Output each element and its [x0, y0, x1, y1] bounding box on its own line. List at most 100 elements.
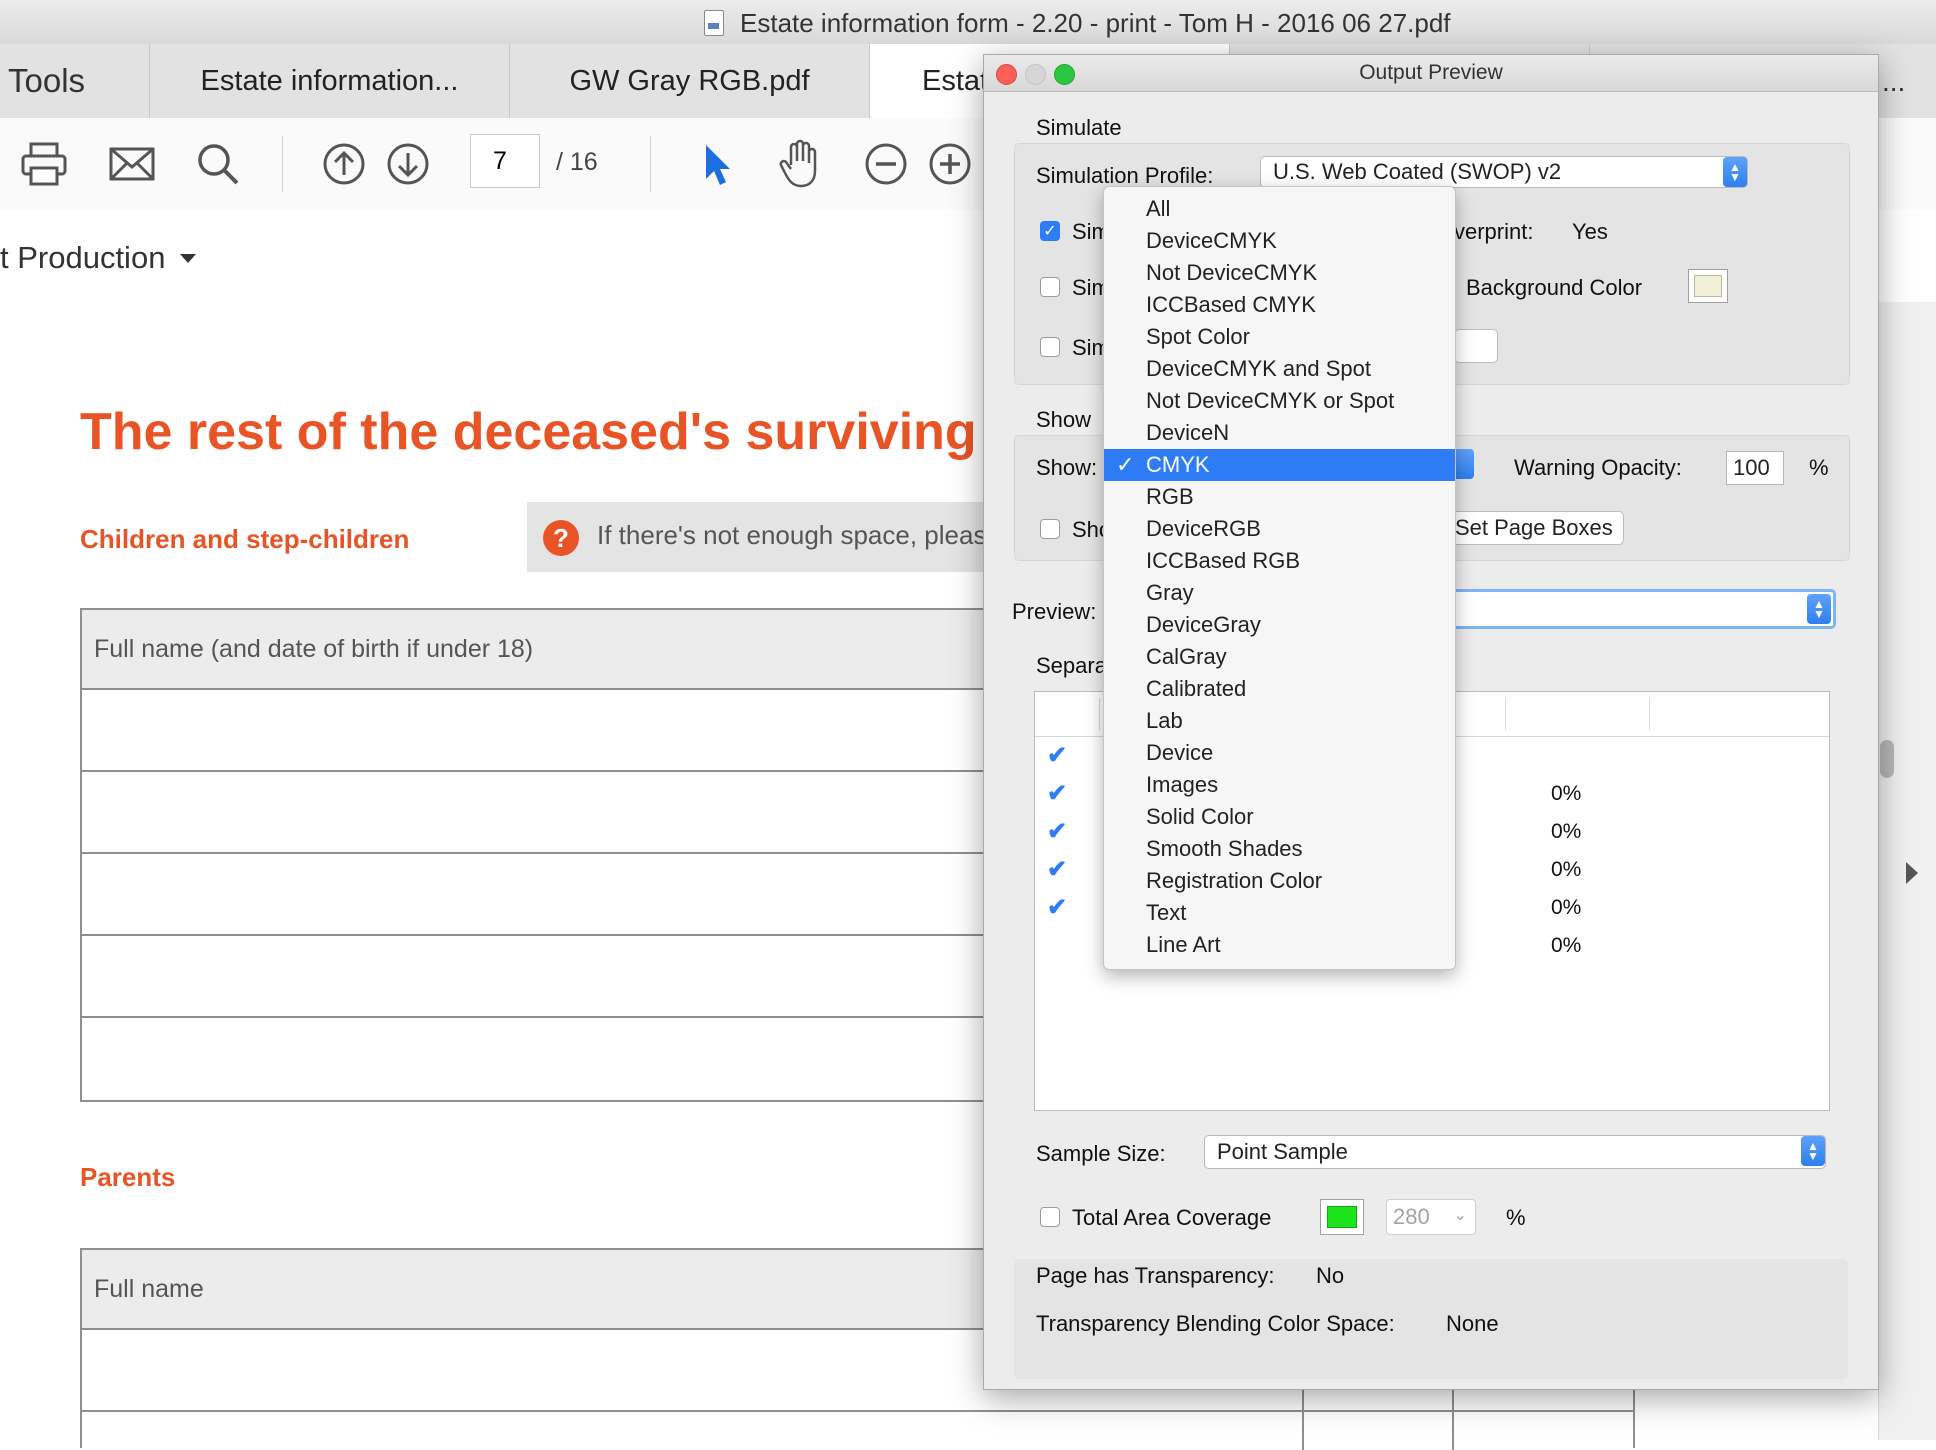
menu-item[interactable]: Calibrated — [1104, 673, 1455, 705]
menu-item-label: DeviceCMYK and Spot — [1146, 356, 1371, 381]
menu-item-label: CMYK — [1146, 452, 1210, 477]
page-number-input[interactable] — [470, 134, 540, 188]
zoom-out-icon[interactable] — [858, 136, 914, 192]
scrollbar-thumb[interactable] — [1880, 740, 1894, 778]
menu-item-label: Spot Color — [1146, 324, 1250, 349]
zoom-in-icon[interactable] — [922, 136, 978, 192]
pdf-file-icon — [704, 10, 724, 36]
stepper-arrows-icon: ▲ ▼ — [1801, 1136, 1825, 1166]
menu-item[interactable]: Registration Color — [1104, 865, 1455, 897]
menu-item[interactable]: Not DeviceCMYK — [1104, 257, 1455, 289]
sim-checkbox-2[interactable] — [1040, 277, 1060, 297]
column-divider — [1099, 698, 1100, 730]
separations-label: Separa — [1036, 653, 1107, 678]
menu-item[interactable]: RGB — [1104, 481, 1455, 513]
checkmark-icon[interactable]: ✔ — [1047, 744, 1071, 768]
menu-item-label: DeviceCMYK — [1146, 228, 1277, 253]
total-area-percent: % — [1506, 1205, 1526, 1230]
menu-item-label: Solid Color — [1146, 804, 1254, 829]
sample-size-label: Sample Size: — [1036, 1141, 1166, 1166]
window-title-bar: Estate information form - 2.20 - print -… — [0, 0, 1936, 45]
tab-estate-information[interactable]: Estate information... — [150, 44, 510, 118]
total-area-color-well[interactable] — [1320, 1199, 1364, 1235]
window-title: Estate information form - 2.20 - print -… — [740, 8, 1451, 38]
sim-option-button[interactable] — [1454, 329, 1498, 363]
menu-item[interactable]: Line Art — [1104, 929, 1455, 961]
previous-page-icon[interactable] — [316, 136, 372, 192]
select-cursor-icon[interactable] — [688, 136, 744, 192]
print-icon[interactable] — [16, 136, 72, 192]
checkmark-icon[interactable]: ✔ — [1047, 858, 1071, 882]
menu-item[interactable]: Spot Color — [1104, 321, 1455, 353]
menu-item[interactable]: DeviceCMYK — [1104, 225, 1455, 257]
menu-item-label: DeviceN — [1146, 420, 1230, 445]
menu-item[interactable]: Not DeviceCMYK or Spot — [1104, 385, 1455, 417]
separation-percent: 0% — [1551, 782, 1582, 805]
menu-item-label: ICCBased CMYK — [1146, 292, 1316, 317]
menu-item[interactable]: All — [1104, 193, 1455, 225]
column-divider — [1505, 698, 1506, 730]
menu-item[interactable]: DeviceRGB — [1104, 513, 1455, 545]
chevron-down-icon[interactable] — [180, 254, 196, 263]
simulation-profile-value: U.S. Web Coated (SWOP) v2 — [1273, 159, 1562, 184]
menu-item[interactable]: Smooth Shades — [1104, 833, 1455, 865]
overprint-value: Yes — [1572, 219, 1608, 244]
sim-checkbox-3[interactable] — [1040, 337, 1060, 357]
menu-item[interactable]: Lab — [1104, 705, 1455, 737]
menu-item-label: RGB — [1146, 484, 1194, 509]
menu-item-label: DeviceRGB — [1146, 516, 1261, 541]
tab-tools[interactable]: Tools — [0, 44, 150, 118]
menu-item[interactable]: ICCBased CMYK — [1104, 289, 1455, 321]
next-page-icon[interactable] — [380, 136, 436, 192]
menu-item[interactable]: Device — [1104, 737, 1455, 769]
simulation-profile-select[interactable]: U.S. Web Coated (SWOP) v2 ▲ ▼ — [1260, 156, 1748, 188]
stepper-arrows-icon: ▲ ▼ — [1723, 157, 1747, 187]
menu-item-label: Line Art — [1146, 932, 1221, 957]
preview-select[interactable]: ▲ ▼ — [1396, 589, 1836, 629]
show-checkbox[interactable] — [1040, 519, 1060, 539]
email-icon[interactable] — [104, 136, 160, 192]
total-area-value: 280 — [1393, 1204, 1430, 1229]
background-color-label: Background Color — [1466, 275, 1643, 300]
menu-item[interactable]: ✓ CMYK — [1104, 449, 1455, 481]
menu-item[interactable]: Solid Color — [1104, 801, 1455, 833]
show-header: Show — [1036, 407, 1092, 432]
menu-item[interactable]: Gray — [1104, 577, 1455, 609]
show-label: Show: — [1036, 455, 1098, 480]
section-parents-heading: Parents — [80, 1162, 176, 1192]
menu-item-label: Registration Color — [1146, 868, 1323, 893]
menu-item[interactable]: DeviceN — [1104, 417, 1455, 449]
checkmark-icon[interactable]: ✔ — [1047, 782, 1071, 806]
checkmark-icon[interactable]: ✔ — [1047, 820, 1071, 844]
total-area-value-combo[interactable]: 280 ⌄ — [1386, 1199, 1476, 1235]
sim-checkbox-1[interactable]: ✓ — [1040, 221, 1060, 241]
menu-item-label: Smooth Shades — [1146, 836, 1303, 861]
checkmark-icon: ✓ — [1116, 452, 1135, 477]
total-area-coverage-label: Total Area Coverage — [1072, 1205, 1272, 1230]
set-page-boxes-button[interactable]: Set Page Boxes — [1444, 511, 1624, 545]
checkmark-icon[interactable]: ✔ — [1047, 896, 1071, 920]
hand-tool-icon[interactable] — [772, 136, 828, 192]
tab-overflow[interactable]: ... — [1882, 66, 1905, 98]
tab-gw-gray-rgb[interactable]: GW Gray RGB.pdf — [510, 44, 870, 118]
menu-item-label: Lab — [1146, 708, 1183, 733]
page-total: / 16 — [556, 148, 598, 176]
sample-size-select[interactable]: Point Sample ▲ ▼ — [1204, 1135, 1826, 1169]
menu-item[interactable]: CalGray — [1104, 641, 1455, 673]
menu-item[interactable]: ICCBased RGB — [1104, 545, 1455, 577]
menu-item-label: Calibrated — [1146, 676, 1247, 701]
panel-expand-arrow-icon[interactable] — [1906, 862, 1918, 884]
separation-percent: 0% — [1551, 820, 1582, 843]
menu-item[interactable]: DeviceCMYK and Spot — [1104, 353, 1455, 385]
total-area-coverage-checkbox[interactable] — [1040, 1207, 1060, 1227]
blending-color-space-label: Transparency Blending Color Space: — [1036, 1311, 1395, 1336]
menu-item-label: CalGray — [1146, 644, 1227, 669]
menu-item-label: Text — [1146, 900, 1187, 925]
warning-opacity-input[interactable]: 100 — [1726, 451, 1784, 485]
search-icon[interactable] — [190, 136, 246, 192]
background-color-well[interactable] — [1688, 269, 1728, 303]
print-production-label[interactable]: t Production — [0, 240, 165, 276]
menu-item[interactable]: Images — [1104, 769, 1455, 801]
menu-item[interactable]: Text — [1104, 897, 1455, 929]
menu-item[interactable]: DeviceGray — [1104, 609, 1455, 641]
